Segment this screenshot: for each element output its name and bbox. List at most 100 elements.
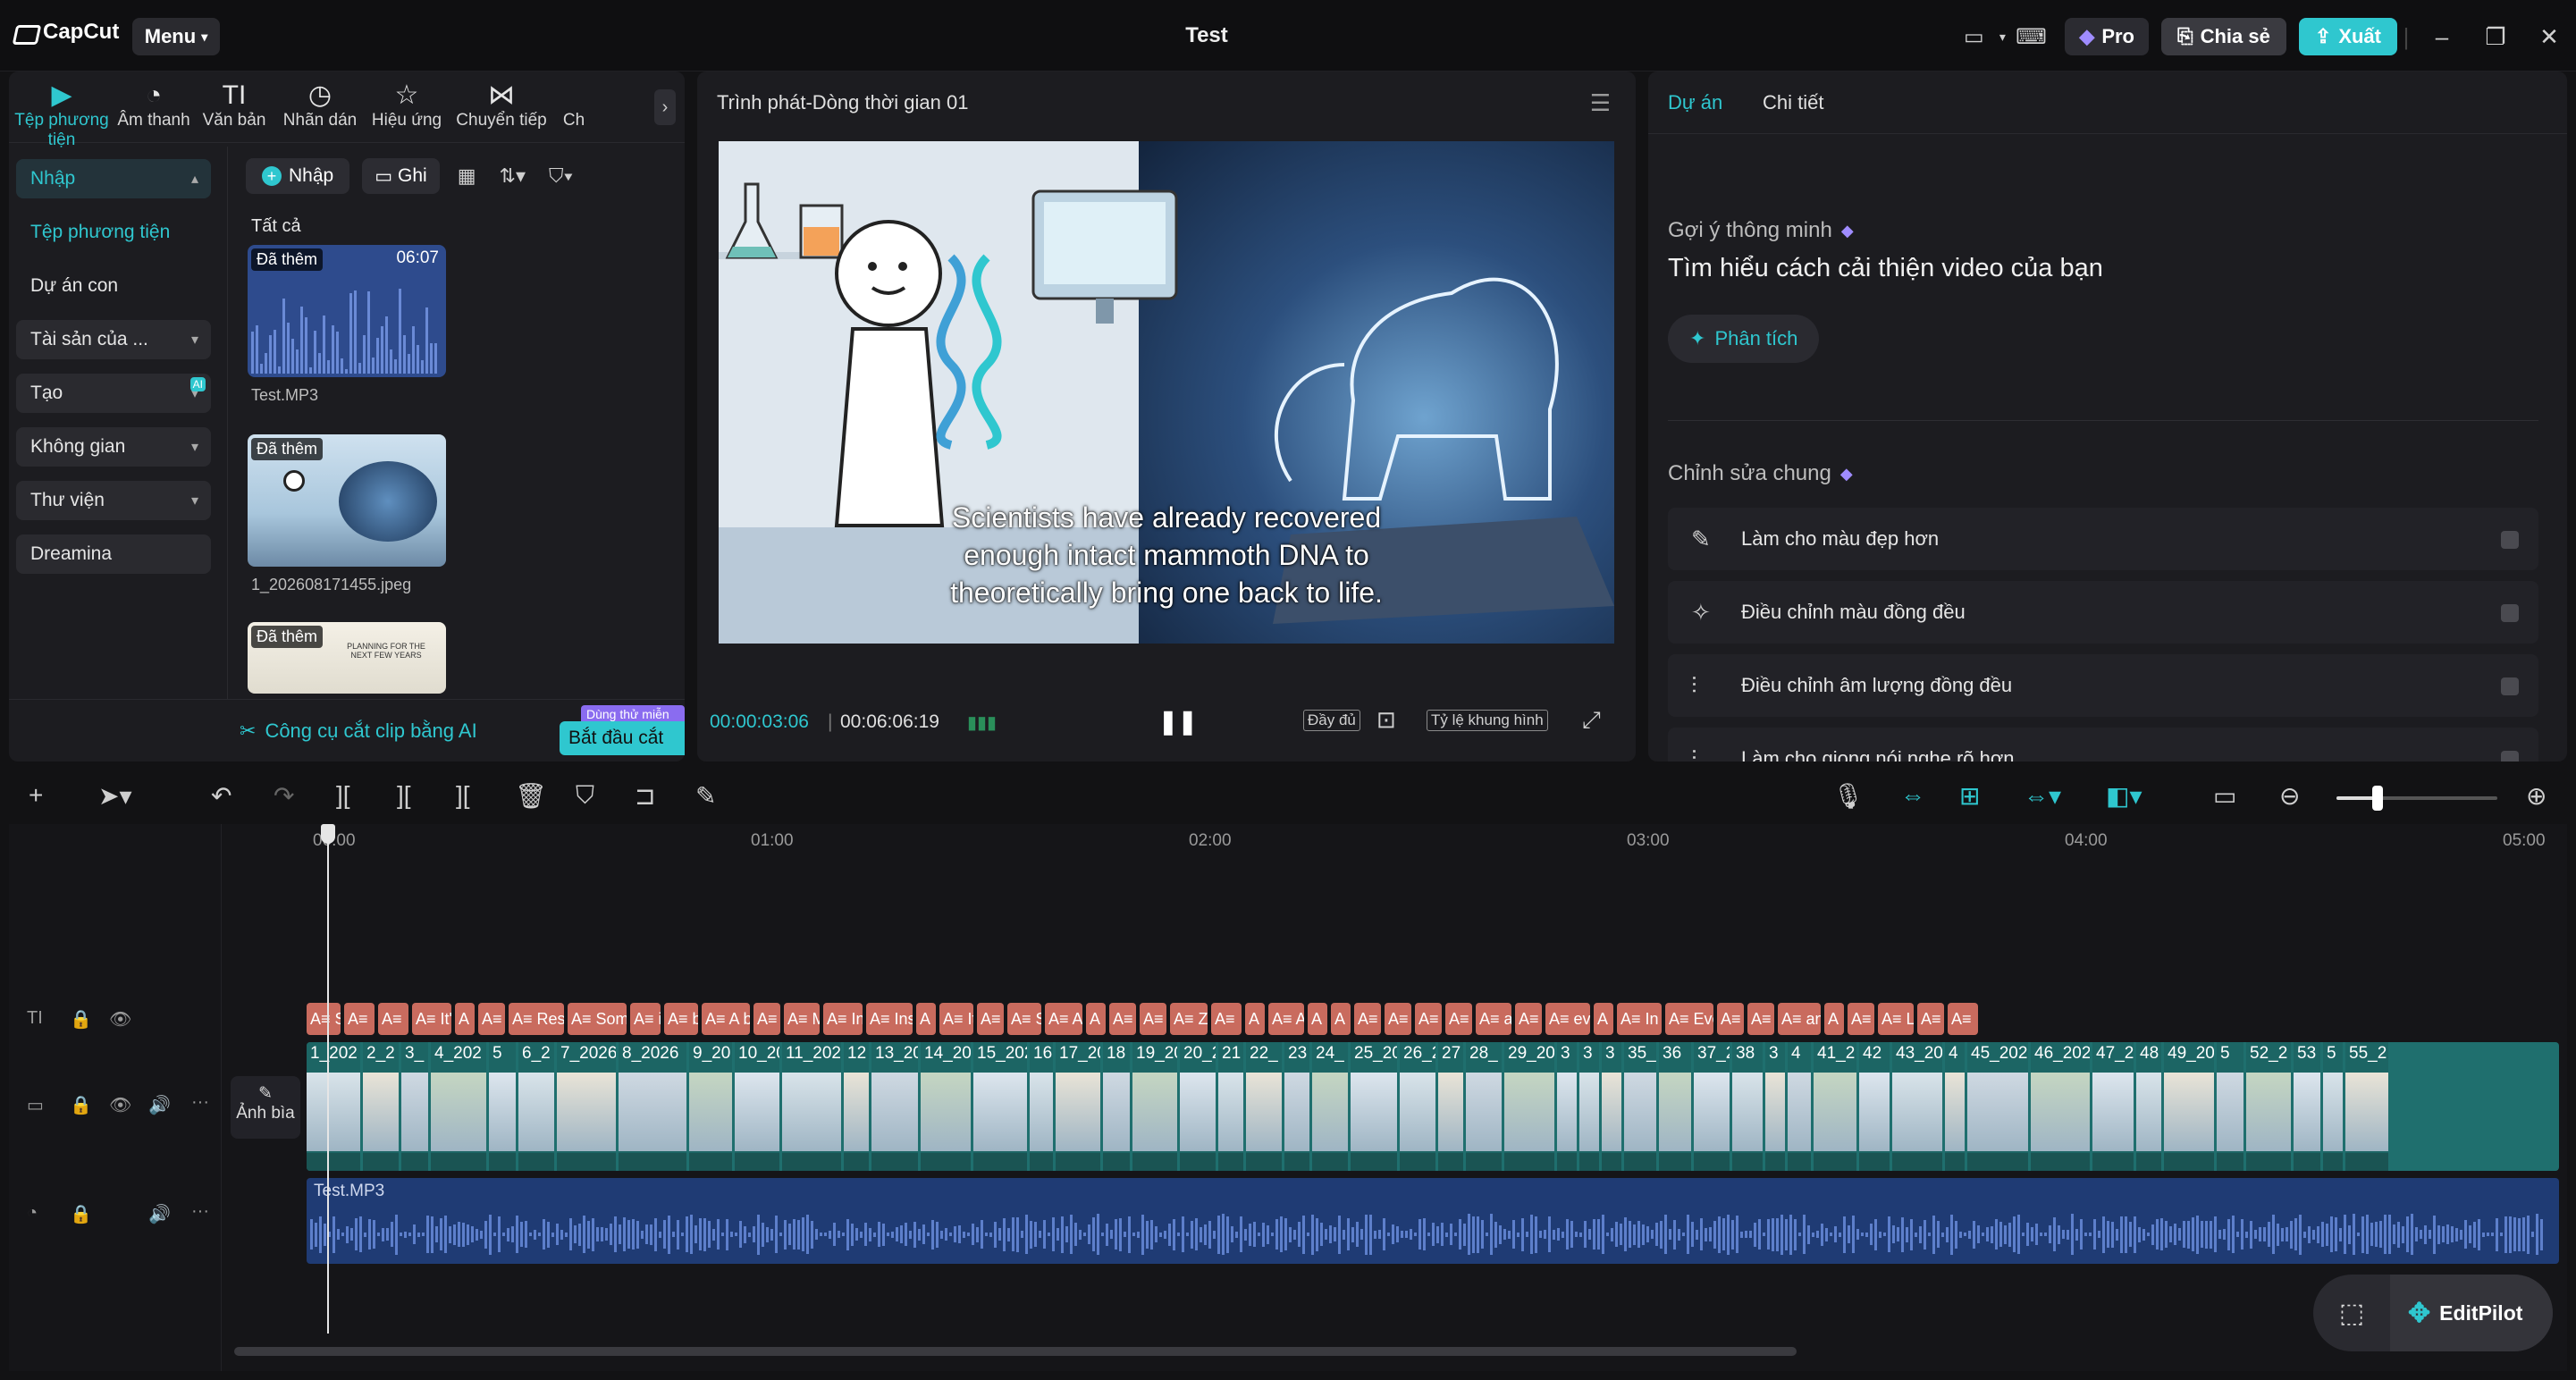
record-button[interactable]: ▭ Ghi bbox=[362, 158, 440, 194]
text-clip[interactable]: A≡ bbox=[1211, 1003, 1242, 1035]
undo-icon[interactable]: ↶ bbox=[211, 781, 232, 811]
text-clip[interactable]: A≡ ev bbox=[1545, 1003, 1590, 1035]
ai-clip-tool[interactable]: ✂ Công cụ cắt clip bằng AI bbox=[240, 719, 477, 743]
text-clip[interactable]: A bbox=[1824, 1003, 1844, 1035]
lock-icon[interactable]: 🔒 bbox=[70, 1203, 92, 1225]
freeze-icon[interactable]: ⊐ bbox=[635, 781, 655, 811]
text-clip[interactable]: A bbox=[1308, 1003, 1327, 1035]
close-icon[interactable]: ✕ bbox=[2522, 23, 2576, 51]
text-clip[interactable]: A≡ bbox=[344, 1003, 375, 1035]
media-item-image[interactable]: Đã thêm bbox=[248, 434, 446, 567]
pause-icon[interactable]: ❚❚ bbox=[1158, 708, 1198, 736]
sidebar-item-create[interactable]: Tạo ▾ AI bbox=[16, 374, 211, 413]
chevron-right-icon[interactable]: › bbox=[654, 89, 676, 125]
text-clip[interactable]: A≡ bbox=[753, 1003, 780, 1035]
zoom-in-icon[interactable]: ⊕ bbox=[2526, 781, 2547, 811]
zoom-out-icon[interactable]: ⊖ bbox=[2279, 781, 2300, 811]
eye-icon[interactable]: 👁 bbox=[109, 1008, 131, 1031]
video-clip[interactable]: 55_2 bbox=[2345, 1042, 2388, 1171]
text-clip[interactable]: A≡ bbox=[1445, 1003, 1472, 1035]
minimize-icon[interactable]: – bbox=[2415, 23, 2469, 51]
video-clip[interactable]: 15_202 bbox=[973, 1042, 1027, 1171]
more-icon[interactable]: ··· bbox=[191, 1092, 209, 1113]
add-icon[interactable]: + bbox=[29, 781, 43, 810]
video-clip[interactable]: 25_20 bbox=[1351, 1042, 1397, 1171]
sidebar-item-import[interactable]: Nhập ▴ bbox=[16, 159, 211, 198]
video-clip[interactable]: 48 bbox=[2136, 1042, 2161, 1171]
tab-detail[interactable]: Chi tiết bbox=[1763, 91, 1823, 114]
text-clip[interactable]: A≡ Sc bbox=[307, 1003, 341, 1035]
video-clip[interactable]: 13_20 bbox=[871, 1042, 918, 1171]
video-clip[interactable]: 3 bbox=[1765, 1042, 1785, 1171]
time-ruler[interactable]: 00:00 01:00 02:00 03:00 04:00 05:00 bbox=[313, 824, 2565, 860]
text-clip[interactable]: A≡ bbox=[1354, 1003, 1381, 1035]
fullscreen-icon[interactable]: ⤢ bbox=[1582, 706, 1601, 735]
video-clip[interactable]: 5 bbox=[489, 1042, 516, 1171]
video-clip[interactable]: 6_2 bbox=[518, 1042, 554, 1171]
video-clip[interactable]: 7_2026 bbox=[557, 1042, 616, 1171]
video-clip[interactable]: 26_2 bbox=[1400, 1042, 1435, 1171]
video-clip[interactable]: 18 bbox=[1103, 1042, 1130, 1171]
video-clip[interactable]: 42 bbox=[1859, 1042, 1890, 1171]
media-item-audio[interactable]: Đã thêm 06:07 bbox=[248, 245, 446, 377]
speaker-icon[interactable]: 🔊 bbox=[148, 1203, 171, 1225]
import-button[interactable]: + Nhập bbox=[246, 158, 350, 194]
draw-icon[interactable]: ✎ bbox=[695, 781, 716, 811]
subtitle-icon[interactable]: ▭ bbox=[2213, 781, 2236, 811]
text-clip[interactable]: A≡ bbox=[1848, 1003, 1874, 1035]
text-clip[interactable]: A≡ i bbox=[630, 1003, 661, 1035]
text-clip[interactable]: A bbox=[1331, 1003, 1351, 1035]
text-clip[interactable]: A≡ S bbox=[1007, 1003, 1041, 1035]
sidebar-item-library[interactable]: Thư viện ▾ bbox=[16, 481, 211, 520]
text-clip[interactable]: A≡ It bbox=[939, 1003, 973, 1035]
text-clip[interactable]: A≡ an bbox=[1778, 1003, 1821, 1035]
video-clip[interactable]: 38 bbox=[1732, 1042, 1763, 1171]
tab-audio[interactable]: ◔ Âm thanh bbox=[114, 80, 193, 130]
video-clip[interactable]: 41_2 bbox=[1814, 1042, 1856, 1171]
video-clip[interactable]: 9_20 bbox=[689, 1042, 732, 1171]
delete-icon[interactable]: 🗑 bbox=[515, 781, 547, 811]
redo-icon[interactable]: ↷ bbox=[274, 781, 294, 811]
text-clip[interactable]: A≡ bi bbox=[664, 1003, 698, 1035]
text-clip[interactable]: A≡ bbox=[1415, 1003, 1442, 1035]
sidebar-item-assets[interactable]: Tài sản của ... ▾ bbox=[16, 320, 211, 359]
video-clip[interactable]: 19_20 bbox=[1132, 1042, 1177, 1171]
video-clip[interactable]: 5 bbox=[2323, 1042, 2343, 1171]
tab-project[interactable]: Dự án bbox=[1668, 91, 1722, 114]
video-clip[interactable]: 3 bbox=[1579, 1042, 1599, 1171]
text-clip[interactable]: A≡ Inse bbox=[866, 1003, 913, 1035]
video-clip[interactable]: 47_2 bbox=[2092, 1042, 2134, 1171]
audio-track[interactable]: Test.MP3 bbox=[307, 1178, 2559, 1264]
horizontal-scrollbar[interactable] bbox=[234, 1347, 1797, 1356]
video-clip[interactable]: 36 bbox=[1659, 1042, 1691, 1171]
split-left-icon[interactable]: ][ bbox=[397, 781, 411, 810]
video-clip[interactable]: 8_2026 bbox=[619, 1042, 686, 1171]
video-clip[interactable]: 52_2 bbox=[2246, 1042, 2291, 1171]
video-clip[interactable]: 29_20 bbox=[1504, 1042, 1554, 1171]
video-clip[interactable]: 1_202 bbox=[307, 1042, 360, 1171]
text-clip[interactable]: A≡ In m bbox=[1617, 1003, 1662, 1035]
text-clip[interactable]: A≡ Zc bbox=[1170, 1003, 1208, 1035]
export-button[interactable]: ⇪ Xuất bbox=[2298, 18, 2397, 55]
text-clip[interactable]: A bbox=[455, 1003, 475, 1035]
text-clip[interactable]: A≡ bbox=[1515, 1003, 1542, 1035]
start-cut-button[interactable]: Bắt đầu cắt bbox=[560, 721, 685, 755]
text-clip[interactable]: A≡ bbox=[378, 1003, 408, 1035]
video-clip[interactable]: 17_20 bbox=[1056, 1042, 1100, 1171]
main-track-magnet-icon[interactable]: ⇔ bbox=[1900, 781, 1925, 810]
analyze-button[interactable]: ✦ Phân tích bbox=[1668, 315, 1820, 363]
tab-media[interactable]: ▶ Tệp phương tiện bbox=[11, 80, 113, 150]
video-clip[interactable]: 20_2 bbox=[1180, 1042, 1216, 1171]
text-clip[interactable]: A≡ bbox=[1717, 1003, 1744, 1035]
zoom-slider[interactable] bbox=[2336, 786, 2497, 811]
eye-icon[interactable]: 👁 bbox=[109, 1094, 131, 1116]
grid-view-icon[interactable]: ▦ bbox=[452, 164, 482, 188]
chevron-down-icon[interactable]: ▾ bbox=[1993, 17, 2011, 56]
video-clip[interactable]: 4 bbox=[1945, 1042, 1965, 1171]
option-checkbox[interactable] bbox=[2501, 751, 2519, 762]
text-clip[interactable]: A≡ bbox=[1747, 1003, 1774, 1035]
sidebar-item-space[interactable]: Không gian ▾ bbox=[16, 427, 211, 467]
auto-snap-icon[interactable]: ⊞ bbox=[1959, 781, 1980, 811]
select-cursor-icon[interactable]: ➤▾ bbox=[98, 781, 132, 811]
lock-icon[interactable]: 🔒 bbox=[70, 1008, 92, 1031]
